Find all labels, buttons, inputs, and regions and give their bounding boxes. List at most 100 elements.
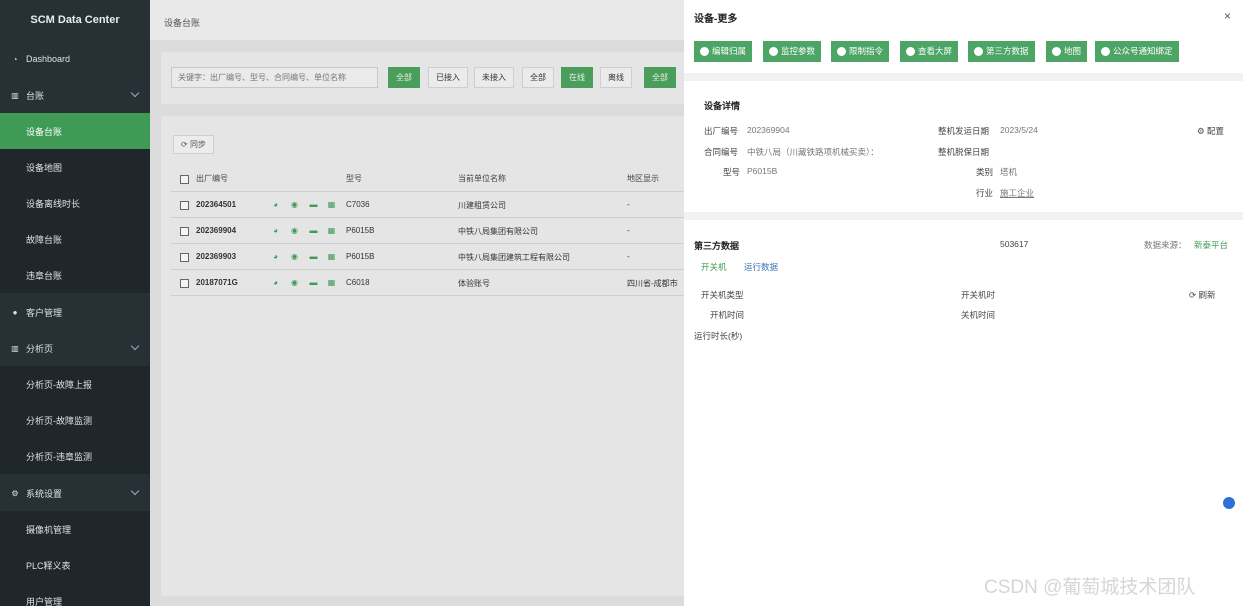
sidebar-item-device-map[interactable]: 设备地图 bbox=[0, 149, 150, 185]
ledger-icon[interactable]: ▬ bbox=[309, 226, 318, 235]
grid-icon[interactable]: ▦ bbox=[327, 278, 336, 287]
on-time-label: 开机时间 bbox=[710, 310, 745, 320]
monitor-params-button[interactable]: 监控参数 bbox=[763, 41, 822, 62]
sidebar-item-settings[interactable]: ⚙ 系统设置 bbox=[0, 475, 150, 511]
brand-title: SCM Data Center bbox=[30, 14, 120, 26]
cell-serial: 202369904 bbox=[196, 226, 237, 235]
view-dashboard-button[interactable]: 查看大屏 bbox=[900, 41, 959, 62]
chevron-down-icon bbox=[130, 341, 140, 351]
edit-ownership-button[interactable]: 编辑归属 bbox=[694, 41, 753, 62]
sidebar-item-analysis-fault-report[interactable]: 分析页-故障上报 bbox=[0, 366, 150, 402]
contract-value: 中铁八局（川藏铁路项机械买卖）： bbox=[747, 147, 879, 157]
cell-unit: 中铁八局集团建筑工程有限公司 bbox=[458, 253, 570, 262]
sidebar-item-device-ledger[interactable]: 设备台账 bbox=[0, 113, 150, 149]
chevron-down-icon bbox=[130, 88, 140, 98]
refresh-button[interactable]: ⟳ 刷新 bbox=[1189, 289, 1216, 301]
table-row[interactable]: 202364501 ◕ ◉ ▬ ▦ C7036 川建租赁公司 - bbox=[161, 192, 685, 218]
divider bbox=[171, 295, 685, 296]
eye-icon[interactable]: ◉ bbox=[290, 252, 299, 261]
filter-not-accessed[interactable]: 未接入 bbox=[474, 67, 514, 88]
sidebar-item-users[interactable]: 用户管理 bbox=[0, 583, 150, 606]
pie-chart-icon[interactable]: ◕ bbox=[271, 200, 280, 209]
data-source-value: 新泰平台 bbox=[1194, 240, 1229, 250]
grid-icon[interactable]: ▦ bbox=[327, 252, 336, 261]
chat-assistant-icon[interactable] bbox=[1221, 495, 1237, 511]
cell-region: 四川省-成都市 bbox=[627, 279, 678, 288]
sidebar-item-analysis-fault-monitor[interactable]: 分析页-故障监测 bbox=[0, 402, 150, 438]
filter-status-all[interactable]: 全部 bbox=[522, 67, 554, 88]
category-label: 类别 bbox=[976, 167, 994, 177]
filter-online[interactable]: 在线 bbox=[561, 67, 593, 88]
table-row[interactable]: 20187071G ◕ ◉ ▬ ▦ C6018 体验账号 四川省-成都市 bbox=[161, 270, 685, 296]
third-party-id: 503617 bbox=[1000, 239, 1029, 249]
ledger-icon[interactable]: ▬ bbox=[309, 252, 318, 261]
table-row[interactable]: 202369903 ◕ ◉ ▬ ▦ P6015B 中铁八局集团建筑工程有限公司 … bbox=[161, 244, 685, 270]
grid-icon[interactable]: ▦ bbox=[327, 226, 336, 235]
select-all-checkbox[interactable] bbox=[180, 175, 189, 184]
column-header-unit: 当前单位名称 bbox=[458, 174, 506, 183]
wechat-notify-bind-button[interactable]: 公众号通知绑定 bbox=[1095, 41, 1179, 62]
cell-region: - bbox=[627, 252, 630, 261]
cell-model: C7036 bbox=[346, 200, 370, 209]
eye-icon[interactable]: ◉ bbox=[290, 278, 299, 287]
sidebar-item-dashboard[interactable]: ◔ Dashboard bbox=[0, 41, 150, 77]
filter-other-all[interactable]: 全部 bbox=[644, 67, 676, 88]
chevron-down-icon bbox=[130, 486, 140, 496]
sidebar-item-customers[interactable]: ● 客户管理 bbox=[0, 294, 150, 330]
close-icon[interactable]: × bbox=[1224, 9, 1231, 23]
sidebar-item-ledger[interactable]: ▥ 台账 bbox=[0, 77, 150, 113]
config-link[interactable]: ⚙ 配置 bbox=[1197, 125, 1224, 137]
model-label: 型号 bbox=[723, 167, 741, 177]
gear-icon: ⚙ bbox=[1197, 126, 1207, 136]
tab-run-data[interactable]: 运行数据 bbox=[744, 261, 778, 273]
pie-chart-icon[interactable]: ◕ bbox=[271, 226, 280, 235]
ledger-icon[interactable]: ▬ bbox=[309, 200, 318, 209]
off-time-label: 关机时间 bbox=[961, 310, 996, 320]
sliders-icon bbox=[769, 47, 778, 56]
third-party-title: 第三方数据 bbox=[694, 241, 740, 251]
data-source-label: 数据来源： bbox=[1144, 240, 1187, 250]
cell-unit: 中铁八局集团有限公司 bbox=[458, 227, 538, 236]
sidebar-item-offline-duration[interactable]: 设备离线时长 bbox=[0, 185, 150, 221]
sync-button[interactable]: ⟳ 同步 bbox=[173, 135, 214, 154]
sidebar-item-cameras[interactable]: 摄像机管理 bbox=[0, 511, 150, 547]
table-row[interactable]: 202369904 ◕ ◉ ▬ ▦ P6015B 中铁八局集团有限公司 - bbox=[161, 218, 685, 244]
row-checkbox[interactable] bbox=[180, 227, 189, 236]
user-icon bbox=[700, 47, 709, 56]
eye-icon[interactable]: ◉ bbox=[290, 226, 299, 235]
cell-serial: 202364501 bbox=[196, 200, 237, 209]
pie-chart-icon[interactable]: ◕ bbox=[271, 252, 280, 261]
map-button[interactable]: 地图 bbox=[1046, 41, 1088, 62]
search-input[interactable] bbox=[171, 67, 378, 88]
eye-icon[interactable]: ◉ bbox=[290, 200, 299, 209]
cell-unit: 川建租赁公司 bbox=[458, 201, 506, 210]
sidebar-item-plc[interactable]: PLC释义表 bbox=[0, 547, 150, 583]
model-value: P6015B bbox=[747, 166, 778, 176]
tab-power[interactable]: 开关机 bbox=[701, 261, 727, 273]
serial-label: 出厂编号 bbox=[704, 126, 739, 136]
sidebar-item-violation-ledger[interactable]: 违章台账 bbox=[0, 257, 150, 293]
row-checkbox[interactable] bbox=[180, 279, 189, 288]
sidebar-item-analysis-violation-monitor[interactable]: 分析页-违章监测 bbox=[0, 438, 150, 474]
bell-icon bbox=[1101, 47, 1110, 56]
industry-label: 行业 bbox=[976, 188, 994, 198]
sidebar-item-analysis[interactable]: ▥ 分析页 bbox=[0, 330, 150, 366]
cell-region: - bbox=[627, 226, 630, 235]
row-checkbox[interactable] bbox=[180, 253, 189, 262]
third-party-data-button[interactable]: 第三方数据 bbox=[968, 41, 1035, 62]
drawer-title: 设备-更多 bbox=[694, 14, 738, 25]
link-icon bbox=[974, 47, 983, 56]
restrict-command-button[interactable]: 限制指令 bbox=[831, 41, 890, 62]
filter-accessed[interactable]: 已接入 bbox=[428, 67, 468, 88]
filter-offline[interactable]: 离线 bbox=[600, 67, 632, 88]
power-time-label: 开关机时 bbox=[961, 290, 996, 300]
filter-access-all[interactable]: 全部 bbox=[388, 67, 420, 88]
ledger-icon[interactable]: ▬ bbox=[309, 278, 318, 287]
run-duration-label: 运行时长(秒) bbox=[694, 331, 743, 341]
device-more-drawer: 设备-更多 × 编辑归属 监控参数 限制指令 查看大屏 第三方数据 地图 公众号… bbox=[684, 0, 1243, 606]
cell-unit: 体验账号 bbox=[458, 279, 490, 288]
sidebar-item-fault-ledger[interactable]: 故障台账 bbox=[0, 221, 150, 257]
pie-chart-icon[interactable]: ◕ bbox=[271, 278, 280, 287]
grid-icon[interactable]: ▦ bbox=[327, 200, 336, 209]
row-checkbox[interactable] bbox=[180, 201, 189, 210]
